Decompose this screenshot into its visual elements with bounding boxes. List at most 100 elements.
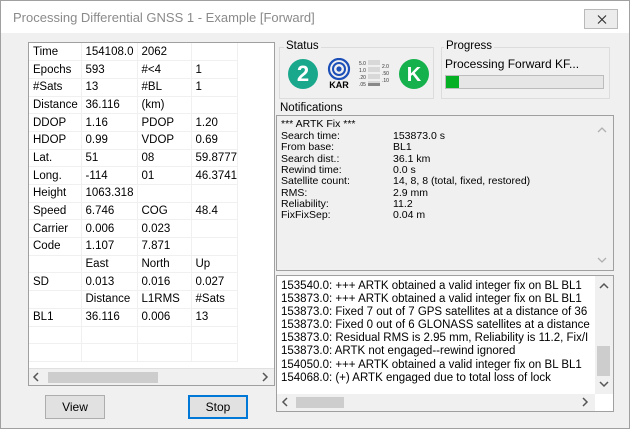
- log-scroll-left-icon[interactable]: [281, 397, 289, 407]
- notification-row: Satellite count: 14, 8, 8 (total, fixed, …: [281, 175, 530, 187]
- notification-row: Search time: 153873.0 s: [281, 130, 445, 142]
- notifications-panel[interactable]: *** ARTK Fix *** Search time: 153873.0 sF…: [276, 115, 614, 271]
- status-title: Status: [284, 40, 321, 52]
- close-button[interactable]: [584, 9, 618, 29]
- table-cell: Up: [191, 255, 239, 274]
- table-row: Speed 6.746 COG 48.4: [29, 202, 239, 221]
- data-table: Time 154108.0 2062 Epochs 593 #<4 1 #Sats 13 #BL 1…: [29, 43, 239, 362]
- log-line: 154050.0: +++ ARTK obtained a valid inte…: [281, 358, 582, 371]
- table-row: East North Up: [29, 255, 239, 274]
- log-panel[interactable]: 153540.0: +++ ARTK obtained a valid inte…: [276, 275, 614, 412]
- notification-key: FixFixSep:: [281, 209, 331, 222]
- log-scroll-up-icon[interactable]: [599, 282, 609, 290]
- table-cell: [191, 326, 239, 345]
- table-cell: 7.871: [137, 237, 192, 256]
- table-cell: 46.3741: [191, 166, 239, 185]
- stop-button[interactable]: Stop: [188, 395, 248, 419]
- table-cell: [191, 43, 239, 62]
- table-cell: L1RMS: [137, 290, 192, 309]
- log-horizontal-scrollbar[interactable]: [277, 394, 595, 411]
- log-line: 153873.0: Fixed 7 out of 7 GPS satellite…: [281, 306, 588, 319]
- table-cell: #<4: [137, 60, 192, 79]
- log-line: 153540.0: +++ ARTK obtained a valid inte…: [281, 280, 582, 292]
- table-cell: Carrier: [29, 219, 82, 239]
- notification-key: RMS:: [281, 186, 308, 199]
- table-cell: COG: [137, 202, 192, 221]
- processing-window: Processing Differential GNSS 1 - Example…: [0, 0, 630, 429]
- svg-text:1.0: 1.0: [359, 68, 366, 74]
- table-cell: 01: [137, 166, 192, 185]
- table-cell: [191, 343, 239, 362]
- table-row: Height 1063.318: [29, 184, 239, 203]
- table-cell: 0.006: [137, 308, 192, 327]
- table-cell: East: [81, 255, 138, 274]
- table-cell: [29, 326, 82, 345]
- log-vertical-scrollbar[interactable]: [595, 276, 613, 394]
- log-horizontal-thumb[interactable]: [296, 397, 344, 408]
- table-row: Code 1.107 7.871: [29, 237, 239, 256]
- scroll-thumb[interactable]: [48, 372, 158, 383]
- table-cell: Height: [29, 184, 82, 203]
- notifications-title: Notifications: [280, 102, 343, 114]
- table-cell: 0.99: [81, 131, 138, 150]
- notification-value: 2.9 mm: [393, 186, 429, 199]
- table-row: DDOP 1.16 PDOP 1.20: [29, 113, 239, 132]
- notification-scroll-down-icon[interactable]: [597, 256, 607, 264]
- progress-fill: [446, 76, 459, 88]
- notification-key: Reliability:: [281, 197, 329, 210]
- notification-key: Rewind time:: [281, 163, 342, 176]
- notification-value: 0.0 s: [393, 163, 416, 176]
- progress-group: [441, 47, 610, 99]
- table-row: [29, 326, 239, 345]
- svg-text:.05: .05: [359, 82, 366, 88]
- signal-bars-icon: 5.0 1.0 .20 .05 2.0 .50 .10: [359, 60, 389, 88]
- notification-row: From base: BL1: [281, 141, 412, 154]
- table-cell: [29, 343, 82, 362]
- table-cell: 48.4: [191, 202, 239, 221]
- close-icon: [597, 15, 607, 24]
- table-cell: -114: [81, 166, 138, 185]
- table-cell: [137, 343, 192, 362]
- table-cell: Distance: [29, 96, 82, 115]
- table-cell: Speed: [29, 202, 82, 221]
- grid-horizontal-scrollbar[interactable]: [29, 368, 274, 385]
- table-cell: #BL: [137, 78, 192, 97]
- table-row: HDOP 0.99 VDOP 0.69: [29, 131, 239, 150]
- scroll-right-icon[interactable]: [261, 372, 269, 382]
- table-cell: HDOP: [29, 131, 82, 150]
- log-scroll-down-icon[interactable]: [599, 380, 609, 388]
- table-row: Epochs 593 #<4 1: [29, 60, 239, 79]
- notification-key: From base:: [281, 141, 335, 154]
- table-cell: 36.116: [81, 96, 138, 115]
- solution-quality-number: 2: [297, 61, 309, 86]
- table-cell: [137, 326, 192, 345]
- table-cell: 0.006: [81, 219, 138, 239]
- kinematic-icon: K: [399, 59, 429, 89]
- table-cell: 36.116: [81, 308, 138, 327]
- table-row: Carrier 0.006 0.023: [29, 219, 239, 239]
- table-cell: BL1: [29, 308, 82, 327]
- table-cell: 0.016: [137, 272, 192, 292]
- table-row: Distance L1RMS #Sats: [29, 290, 239, 309]
- table-cell: [137, 184, 192, 203]
- table-cell: SD: [29, 272, 82, 292]
- title-bar: Processing Differential GNSS 1 - Example…: [1, 1, 629, 33]
- log-vertical-thumb[interactable]: [597, 346, 610, 376]
- scroll-left-icon[interactable]: [32, 372, 40, 382]
- table-cell: 0.027: [191, 272, 239, 292]
- table-cell: 1: [191, 78, 239, 97]
- log-scroll-right-icon[interactable]: [581, 397, 589, 407]
- table-cell: [29, 290, 82, 309]
- table-cell: 0.013: [81, 272, 138, 292]
- data-grid: Time 154108.0 2062 Epochs 593 #<4 1 #Sats 13 #BL 1…: [28, 42, 275, 386]
- table-cell: 08: [137, 149, 192, 168]
- notification-scroll-up-icon[interactable]: [597, 126, 607, 134]
- log-line: 153873.0: Fixed 0 out of 6 GLONASS satel…: [281, 319, 590, 332]
- log-line: 153873.0: +++ ARTK obtained a valid inte…: [281, 293, 582, 306]
- table-row: BL1 36.116 0.006 13: [29, 308, 239, 327]
- table-row: Lat. 51 08 59.8777: [29, 149, 239, 168]
- table-cell: [191, 219, 239, 239]
- table-cell: 1.20: [191, 113, 239, 132]
- svg-text:5.0: 5.0: [359, 61, 366, 67]
- view-button[interactable]: View: [45, 395, 105, 419]
